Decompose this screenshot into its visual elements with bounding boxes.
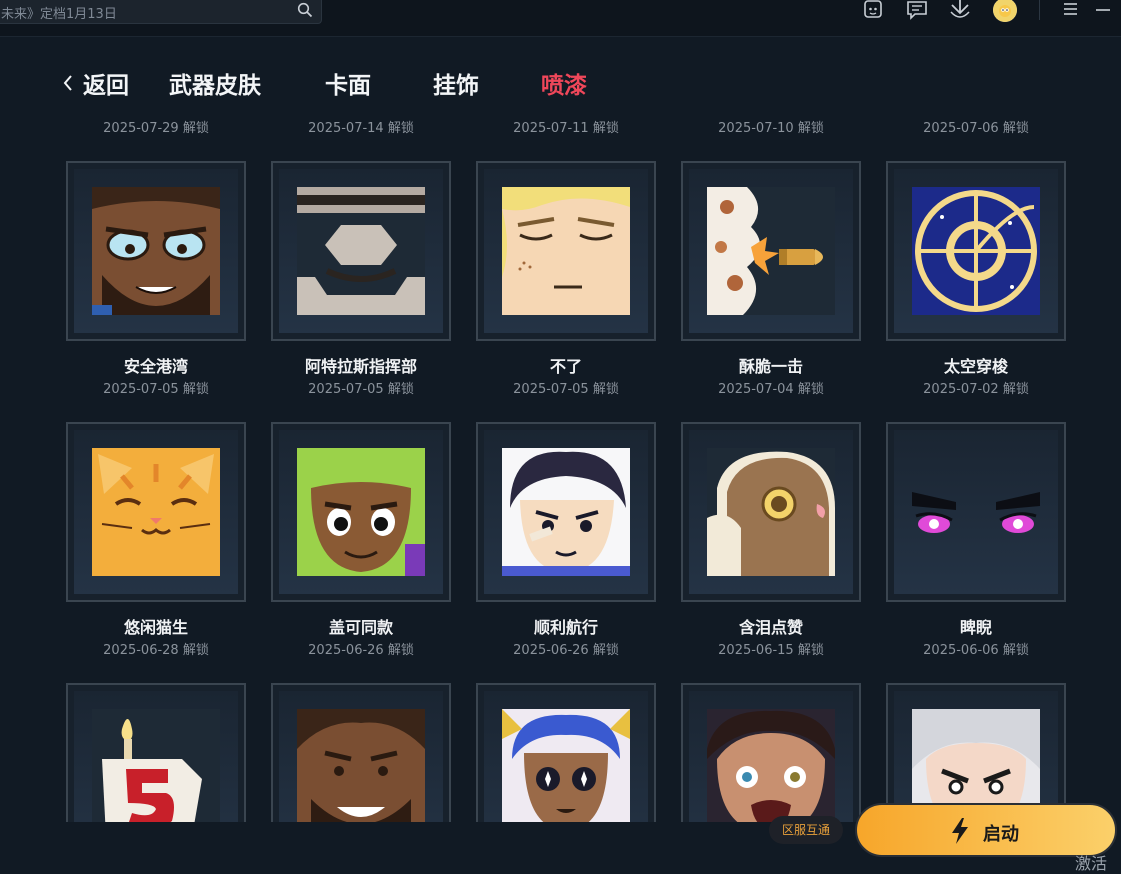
- spray-image: [707, 448, 835, 576]
- spray-card[interactable]: [271, 683, 451, 822]
- region-badge: 区服互通: [769, 816, 843, 844]
- spray-card-no-thanks[interactable]: [476, 161, 656, 341]
- chevron-left-icon[interactable]: [62, 74, 74, 92]
- spray-card[interactable]: [476, 683, 656, 822]
- spray-card[interactable]: [66, 683, 246, 822]
- spray-card-safe-harbor[interactable]: [66, 161, 246, 341]
- spray-image: [297, 709, 425, 822]
- download-icon[interactable]: [949, 0, 971, 22]
- spray-card[interactable]: [886, 683, 1066, 822]
- launch-label: 启动: [983, 824, 1019, 845]
- category-nav: 返回 武器皮肤 卡面 挂饰 喷漆: [0, 66, 1121, 102]
- spray-image: [297, 187, 425, 315]
- item-date: 2025-06-06 解锁: [923, 643, 1029, 658]
- back-button[interactable]: 返回: [83, 66, 129, 100]
- lightning-icon: [952, 818, 968, 844]
- item-date: 2025-07-11 解锁: [513, 121, 619, 136]
- spray-card-teary-thumbs-up[interactable]: [681, 422, 861, 602]
- item-name: 盖可同款: [328, 618, 393, 637]
- item-date: 2025-06-26 解锁: [513, 643, 619, 658]
- item-name: 悠闲猫生: [123, 618, 188, 637]
- launch-button[interactable]: 启动: [855, 803, 1117, 857]
- spray-image: [92, 187, 220, 315]
- search-input[interactable]: 未来》定档1月13日: [1, 3, 117, 22]
- item-name: 酥脆一击: [738, 357, 803, 376]
- activate-watermark: 激活: [1075, 854, 1108, 873]
- item-name: 顺利航行: [533, 618, 598, 637]
- avatar[interactable]: [993, 0, 1017, 22]
- tab-cards[interactable]: 卡面: [325, 66, 371, 100]
- item-date: 2025-06-28 解锁: [103, 643, 209, 658]
- spray-image: [912, 187, 1040, 315]
- spray-image: [297, 448, 425, 576]
- spray-image: [92, 709, 220, 822]
- search-icon[interactable]: [297, 2, 313, 18]
- search-box[interactable]: 未来》定档1月13日: [0, 0, 322, 24]
- toolbar-divider: [1039, 0, 1040, 20]
- item-date: 2025-07-29 解锁: [103, 121, 209, 136]
- spray-card-gecko-style[interactable]: [271, 422, 451, 602]
- item-name: 不了: [549, 357, 582, 376]
- item-date: 2025-06-26 解锁: [308, 643, 414, 658]
- item-date: 2025-07-14 解锁: [308, 121, 414, 136]
- spray-card-smooth-sailing[interactable]: [476, 422, 656, 602]
- minimize-icon[interactable]: [1093, 0, 1115, 22]
- spray-grid: 2025-07-29 解锁 2025-07-14 解锁 2025-07-11 解…: [0, 112, 1121, 822]
- item-name: 阿特拉斯指挥部: [304, 357, 417, 376]
- item-date: 2025-07-04 解锁: [718, 382, 824, 397]
- spray-card-crispy-strike[interactable]: [681, 161, 861, 341]
- spray-image: [502, 448, 630, 576]
- spray-card-lazy-cat[interactable]: [66, 422, 246, 602]
- item-name: 安全港湾: [123, 357, 188, 376]
- item-date: 2025-07-02 解锁: [923, 382, 1029, 397]
- menu-icon[interactable]: [1061, 0, 1083, 22]
- spray-card-disdain[interactable]: [886, 422, 1066, 602]
- item-name: 含泪点赞: [738, 618, 803, 637]
- item-date: 2025-07-10 解锁: [718, 121, 824, 136]
- item-date: 2025-07-05 解锁: [308, 382, 414, 397]
- spray-image: [502, 187, 630, 315]
- tab-charms[interactable]: 挂饰: [433, 66, 479, 100]
- spray-image: [92, 448, 220, 576]
- item-date: 2025-06-15 解锁: [718, 643, 824, 658]
- item-date: 2025-07-05 解锁: [103, 382, 209, 397]
- spray-card-space-shuttle[interactable]: [886, 161, 1066, 341]
- item-date: 2025-07-06 解锁: [923, 121, 1029, 136]
- item-name: 太空穿梭: [943, 357, 1008, 376]
- spray-card-atlas-hq[interactable]: [271, 161, 451, 341]
- spray-image: [707, 187, 835, 315]
- top-bar: 未来》定档1月13日: [0, 0, 1121, 37]
- spray-image: [707, 709, 835, 822]
- chat-icon[interactable]: [906, 0, 928, 22]
- item-date: 2025-07-05 解锁: [513, 382, 619, 397]
- item-name: 睥睨: [959, 618, 992, 637]
- spray-image: [502, 709, 630, 822]
- tab-sprays[interactable]: 喷漆: [541, 66, 587, 100]
- spray-card[interactable]: [681, 683, 861, 822]
- spray-image: [912, 492, 1040, 533]
- bot-icon[interactable]: [862, 0, 884, 22]
- tab-weapon-skins[interactable]: 武器皮肤: [169, 66, 261, 100]
